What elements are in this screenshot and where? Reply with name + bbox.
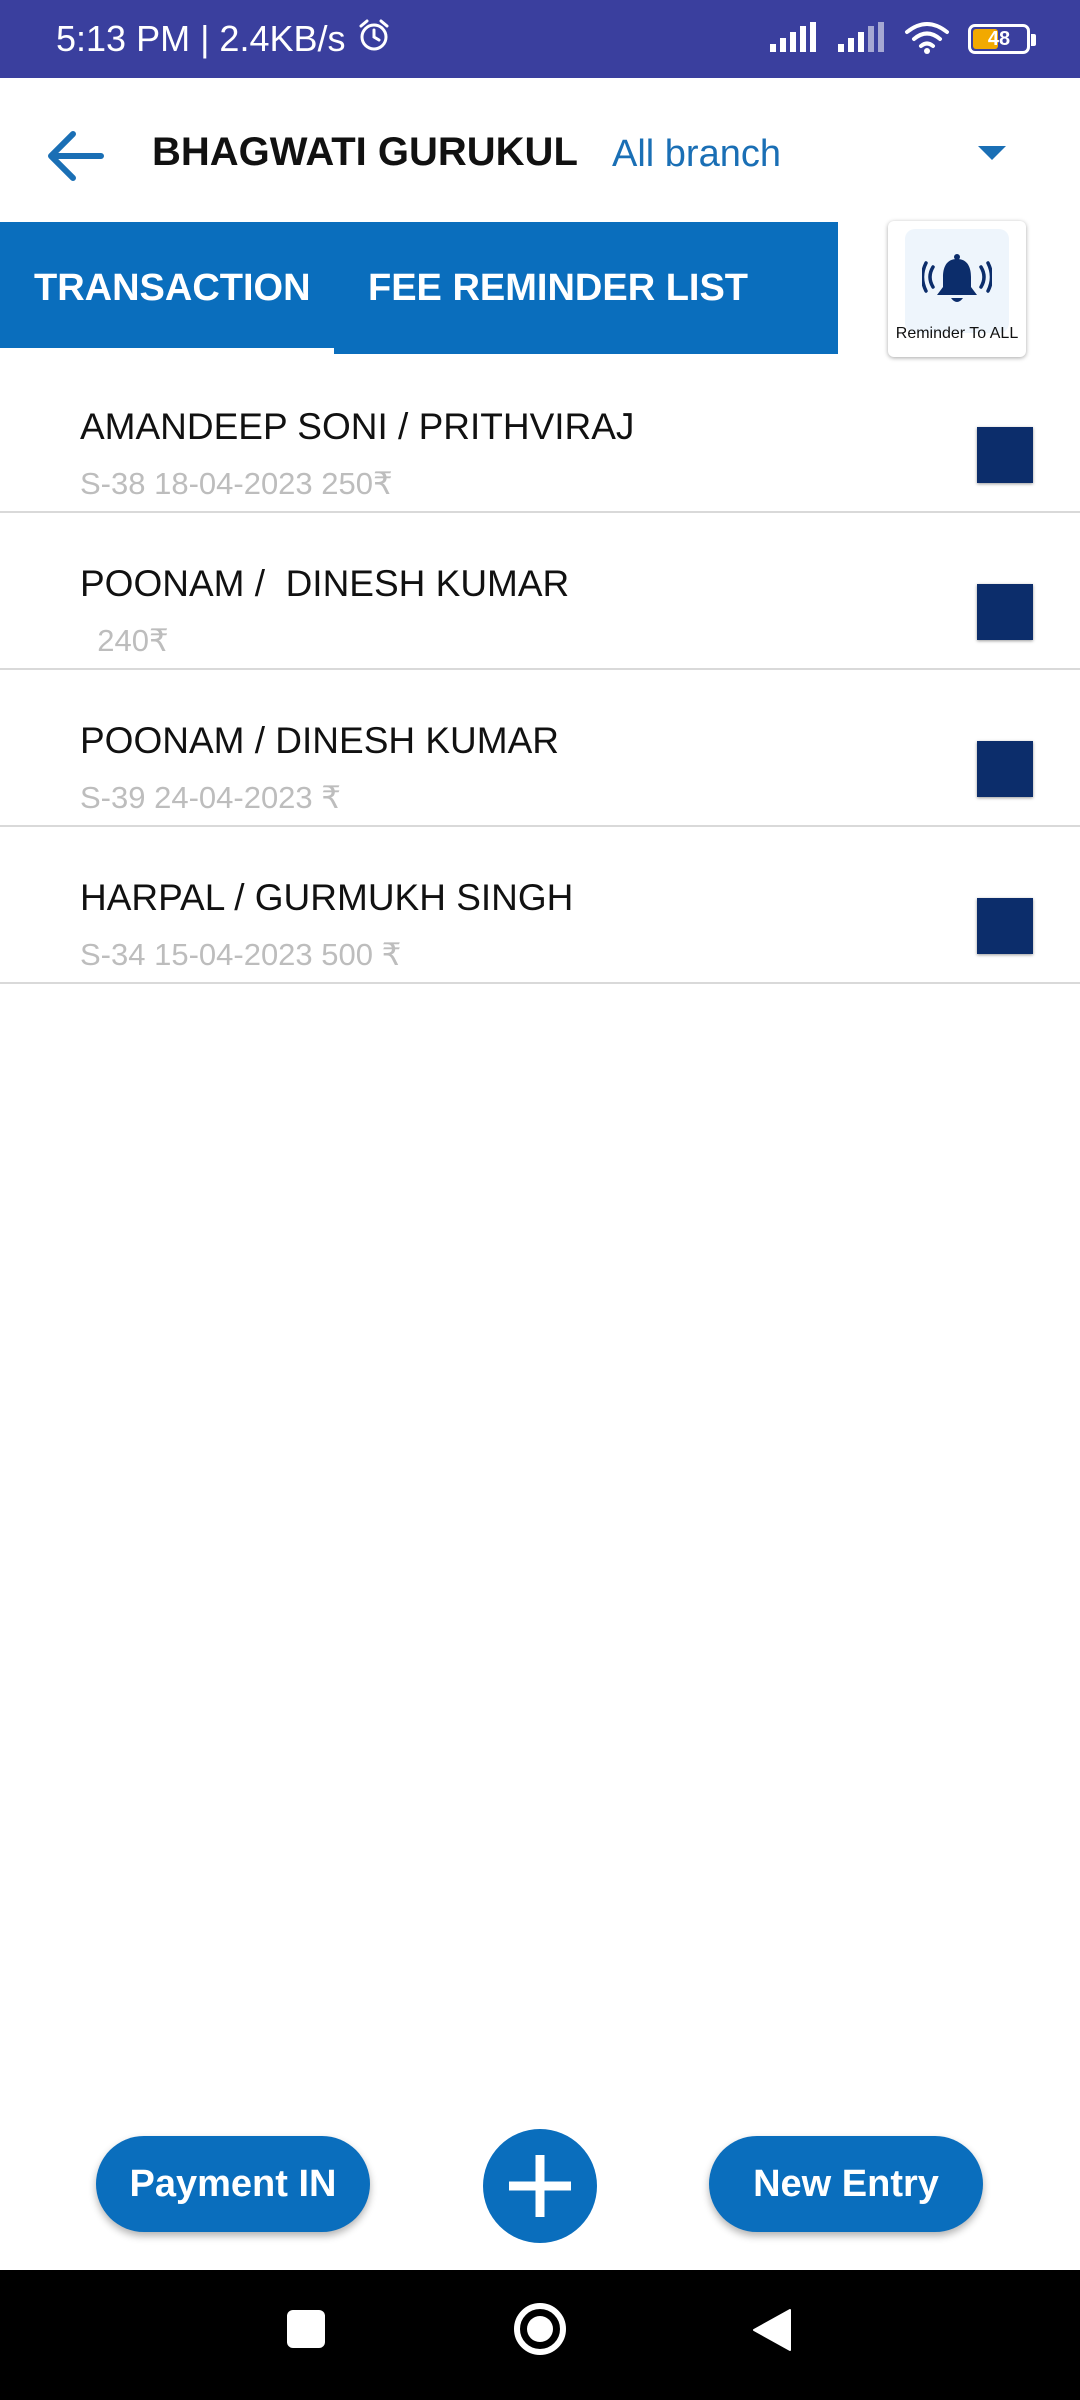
signal-icon-2 <box>836 21 886 57</box>
add-button[interactable] <box>483 2129 597 2243</box>
system-nav-bar <box>0 2270 1080 2400</box>
status-right: 48 <box>768 20 1036 59</box>
recents-icon[interactable] <box>287 2310 325 2348</box>
fee-details: S-34 15-04-2023 500 ₹ <box>80 937 402 972</box>
back-triangle-icon[interactable] <box>752 2308 792 2352</box>
back-button[interactable] <box>40 126 110 186</box>
payment-in-button[interactable]: Payment IN <box>96 2136 370 2232</box>
home-icon[interactable] <box>513 2302 567 2356</box>
app-header: BHAGWATI GURUKUL All branch <box>0 78 1080 223</box>
arrow-left-icon <box>48 131 104 181</box>
wifi-icon <box>904 20 950 59</box>
reminder-all-label: Reminder To ALL <box>895 325 1019 342</box>
new-entry-label: New Entry <box>753 2162 939 2205</box>
alarm-icon <box>356 17 392 62</box>
new-entry-button[interactable]: New Entry <box>709 2136 983 2232</box>
battery-icon: 48 <box>968 24 1036 54</box>
plus-icon <box>509 2155 571 2217</box>
list-item[interactable]: POONAM / DINESH KUMAR 240₹ <box>0 513 1080 670</box>
tab-bar: TRANSACTION FEE REMINDER LIST <box>0 222 838 354</box>
branch-dropdown[interactable]: All branch <box>612 124 1022 184</box>
student-name: AMANDEEP SONI / PRITHVIRAJ <box>80 406 635 447</box>
student-name: POONAM / DINESH KUMAR <box>80 720 559 761</box>
fee-details: S-38 18-04-2023 250₹ <box>80 466 393 501</box>
select-checkbox[interactable] <box>977 741 1033 797</box>
battery-level: 48 <box>987 27 1011 50</box>
caret-down-icon <box>978 146 1006 160</box>
bell-box <box>905 229 1009 333</box>
select-checkbox[interactable] <box>977 584 1033 640</box>
reminder-all-button[interactable]: Reminder To ALL <box>888 221 1026 357</box>
list-item[interactable]: AMANDEEP SONI / PRITHVIRAJ S-38 18-04-20… <box>0 356 1080 513</box>
status-left: 5:13 PM | 2.4KB/s <box>56 17 392 62</box>
status-time: 5:13 PM | 2.4KB/s <box>56 18 346 59</box>
fee-list: AMANDEEP SONI / PRITHVIRAJ S-38 18-04-20… <box>0 356 1080 984</box>
list-item[interactable]: HARPAL / GURMUKH SINGH S-34 15-04-2023 5… <box>0 827 1080 984</box>
status-bar: 5:13 PM | 2.4KB/s 48 <box>0 0 1080 78</box>
fee-details: 240₹ <box>80 623 169 658</box>
branch-selected: All branch <box>612 132 781 175</box>
bell-ringing-icon <box>922 254 992 302</box>
fee-details: S-39 24-04-2023 ₹ <box>80 780 342 815</box>
student-name: POONAM / DINESH KUMAR <box>80 563 570 604</box>
select-checkbox[interactable] <box>977 427 1033 483</box>
signal-icon <box>768 21 818 57</box>
list-item[interactable]: POONAM / DINESH KUMAR S-39 24-04-2023 ₹ <box>0 670 1080 827</box>
select-checkbox[interactable] <box>977 898 1033 954</box>
tab-transaction[interactable]: TRANSACTION <box>0 222 334 354</box>
page-title: BHAGWATI GURUKUL <box>152 130 578 174</box>
tab-label: TRANSACTION <box>34 266 311 309</box>
payment-in-label: Payment IN <box>129 2162 337 2205</box>
student-name: HARPAL / GURMUKH SINGH <box>80 877 574 918</box>
tab-fee-reminder-list[interactable]: FEE REMINDER LIST <box>334 222 748 354</box>
tab-label: FEE REMINDER LIST <box>368 266 749 309</box>
